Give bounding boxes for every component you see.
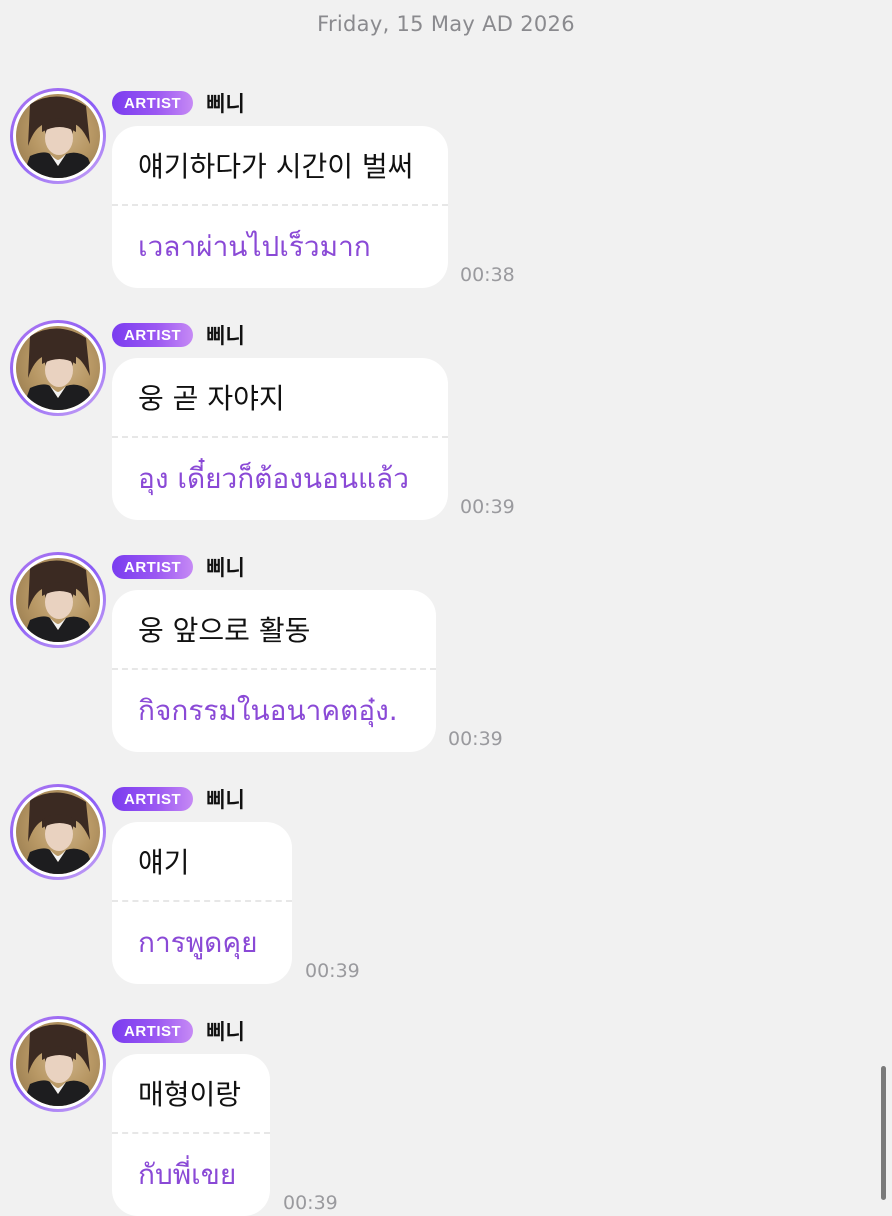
- message-bubble[interactable]: 얘기 การพูดคุย: [112, 822, 292, 984]
- message-timestamp: 00:38: [460, 264, 515, 286]
- avatar[interactable]: [10, 552, 106, 648]
- original-text: 웅 곧 자야지: [138, 382, 285, 415]
- artist-avatar-photo: [16, 790, 100, 874]
- message-bubble[interactable]: 웅 곧 자야지 อุง เดี๋ยวก็ต้องนอนแล้ว: [112, 358, 448, 520]
- avatar[interactable]: [10, 320, 106, 416]
- avatar[interactable]: [10, 784, 106, 880]
- translation-text: กิจกรรมในอนาคตอุ๋ง.: [138, 694, 398, 727]
- message-timestamp: 00:39: [460, 496, 515, 518]
- message-list[interactable]: ARTIST 삐니 얘기하다가 시간이 벌써 เวลาผ่านไปเร็วมาก…: [0, 0, 892, 1216]
- message-bubble[interactable]: 얘기하다가 시간이 벌써 เวลาผ่านไปเร็วมาก: [112, 126, 448, 288]
- original-text: 얘기하다가 시간이 벌써: [138, 150, 414, 183]
- artist-badge: ARTIST: [112, 555, 194, 579]
- artist-badge: ARTIST: [112, 91, 194, 115]
- avatar[interactable]: [10, 1016, 106, 1112]
- artist-badge: ARTIST: [112, 787, 194, 811]
- original-text: 웅 앞으로 활동: [138, 614, 311, 647]
- message-bubble[interactable]: 매형이랑 กับพี่เขย: [112, 1054, 270, 1216]
- artist-avatar-photo: [16, 1022, 100, 1106]
- translation-text: อุง เดี๋ยวก็ต้องนอนแล้ว: [138, 462, 409, 495]
- avatar[interactable]: [10, 88, 106, 184]
- sender-row: ARTIST 삐니: [112, 322, 245, 348]
- artist-avatar-photo: [16, 94, 100, 178]
- sender-row: ARTIST 삐니: [112, 554, 245, 580]
- scrollbar[interactable]: [881, 1066, 886, 1200]
- sender-row: ARTIST 삐니: [112, 786, 245, 812]
- sender-name: 삐니: [206, 324, 245, 348]
- sender-row: ARTIST 삐니: [112, 90, 245, 116]
- original-text: 얘기: [138, 846, 190, 879]
- translation-text: กับพี่เขย: [138, 1158, 237, 1191]
- message-timestamp: 00:39: [305, 960, 360, 982]
- sender-row: ARTIST 삐니: [112, 1018, 245, 1044]
- sender-name: 삐니: [206, 556, 245, 580]
- message-timestamp: 00:39: [283, 1192, 338, 1214]
- sender-name: 삐니: [206, 1020, 245, 1044]
- message-timestamp: 00:39: [448, 728, 503, 750]
- translation-text: เวลาผ่านไปเร็วมาก: [138, 230, 371, 263]
- sender-name: 삐니: [206, 788, 245, 812]
- artist-avatar-photo: [16, 558, 100, 642]
- sender-name: 삐니: [206, 92, 245, 116]
- artist-badge: ARTIST: [112, 1019, 194, 1043]
- message-bubble[interactable]: 웅 앞으로 활동 กิจกรรมในอนาคตอุ๋ง.: [112, 590, 436, 752]
- original-text: 매형이랑: [138, 1078, 242, 1111]
- artist-avatar-photo: [16, 326, 100, 410]
- translation-text: การพูดคุย: [138, 926, 258, 959]
- artist-badge: ARTIST: [112, 323, 194, 347]
